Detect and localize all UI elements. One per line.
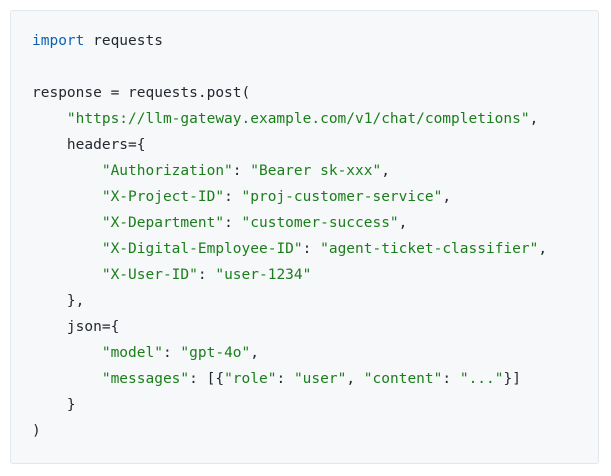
code-string: "Authorization"	[101, 163, 233, 179]
code-line: "https://llm-gateway.example.com/v1/chat…	[32, 106, 547, 132]
code-line: "X-Project-ID": "proj-customer-service",	[32, 184, 547, 210]
code-string: "..."	[459, 371, 504, 387]
code-string: "content"	[363, 371, 443, 387]
code-line: response = requests.post(	[32, 80, 547, 106]
code-string: "model"	[101, 345, 163, 361]
code-line: "messages": [{"role": "user", "content":…	[32, 366, 547, 392]
code-text: :	[197, 267, 216, 283]
code-text: :	[224, 215, 242, 231]
code-text: response = requests.post(	[32, 85, 251, 101]
code-line: "X-Department": "customer-success",	[32, 210, 547, 236]
code-string: "user"	[293, 371, 347, 387]
code-text: }]	[503, 371, 521, 387]
code-line: import requests	[32, 28, 547, 54]
code-text: },	[32, 293, 85, 309]
code-text: requests	[84, 33, 163, 49]
code-line: ​	[32, 54, 547, 80]
code-text: json={	[32, 319, 120, 335]
code-string: "user-1234"	[215, 267, 312, 283]
code-text: }	[32, 397, 76, 413]
code-line: "X-Digital-Employee-ID": "agent-ticket-c…	[32, 236, 547, 262]
code-string: "X-User-ID"	[101, 267, 198, 283]
code-text: :	[276, 371, 294, 387]
code-string: "X-Department"	[101, 215, 225, 231]
code-string: "https://llm-gateway.example.com/v1/chat…	[66, 111, 530, 127]
code-string: "role"	[224, 371, 277, 387]
code-string: "proj-customer-service"	[241, 189, 443, 205]
code-string: "agent-ticket-classifier"	[320, 241, 539, 257]
code-string: "customer-success"	[241, 215, 399, 231]
code-string: "messages"	[101, 371, 190, 387]
code-text: :	[442, 371, 460, 387]
code-line: headers={	[32, 132, 547, 158]
code-line: "Authorization": "Bearer sk-xxx",	[32, 158, 547, 184]
code-text: ,	[381, 163, 390, 179]
code-string: "X-Project-ID"	[101, 189, 225, 205]
code-text: :	[302, 241, 321, 257]
code-text: ,	[250, 345, 259, 361]
code-string: "gpt-4o"	[180, 345, 251, 361]
code-text: :	[224, 189, 242, 205]
code-content: import requests​response = requests.post…	[32, 28, 547, 444]
code-text: ,	[442, 189, 452, 205]
code-line: }	[32, 392, 547, 418]
code-line: )	[32, 418, 547, 444]
code-line: "model": "gpt-4o",	[32, 340, 547, 366]
code-keyword: import	[32, 33, 85, 49]
code-line: },	[32, 288, 547, 314]
code-text: )	[32, 423, 41, 439]
code-text: ,	[398, 215, 408, 231]
code-line: "X-User-ID": "user-1234"	[32, 262, 547, 288]
code-string: "X-Digital-Employee-ID"	[101, 241, 303, 257]
code-string: "Bearer sk-xxx"	[250, 163, 382, 179]
code-block: import requests​response = requests.post…	[10, 10, 599, 464]
code-text: headers={	[32, 137, 146, 153]
code-text: ,	[346, 371, 364, 387]
code-text: : [{	[189, 371, 225, 387]
code-text: ,	[538, 241, 548, 257]
code-text: :	[162, 345, 181, 361]
code-line: json={	[32, 314, 547, 340]
code-text: :	[232, 163, 251, 179]
code-text: ,	[529, 111, 539, 127]
